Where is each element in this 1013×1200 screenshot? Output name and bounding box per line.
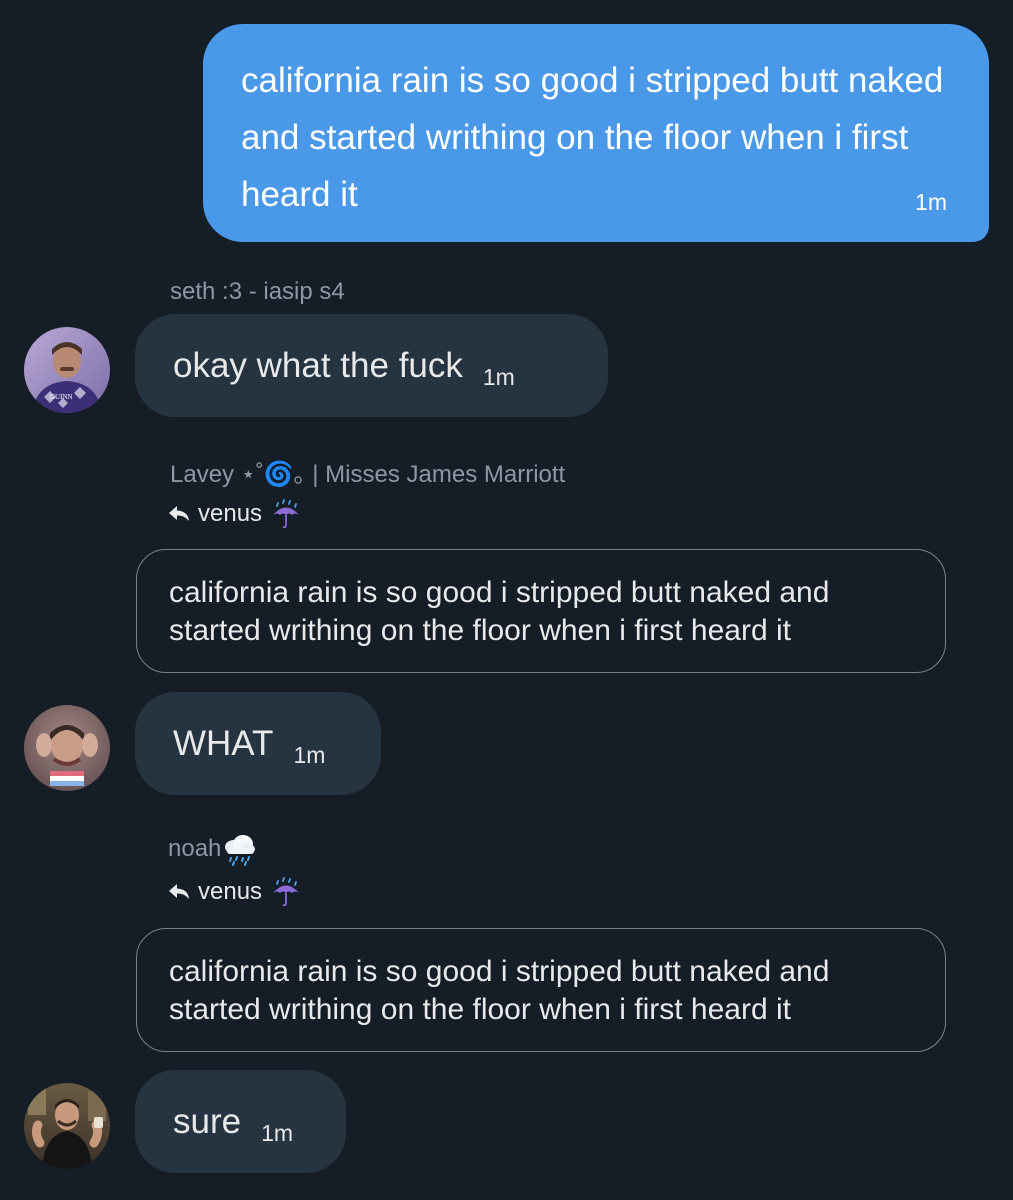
umbrella-rain-icon — [273, 877, 300, 907]
reply-indicator[interactable]: venus — [168, 876, 302, 908]
message-time: 1m — [293, 742, 326, 768]
reply-arrow-icon — [169, 506, 189, 521]
message-text: okay what the fuck — [173, 345, 463, 385]
umbrella-rain-icon — [273, 499, 300, 529]
avatar-photo-noah — [24, 1083, 110, 1169]
incoming-message-bubble[interactable]: WHAT 1m — [135, 692, 381, 795]
outgoing-message-text: california rain is so good i stripped bu… — [241, 61, 944, 214]
message-text: sure — [173, 1101, 242, 1141]
quoted-message[interactable]: california rain is so good i stripped bu… — [136, 549, 946, 673]
avatar-photo-lavey — [24, 705, 110, 791]
message-time: 1m — [482, 364, 515, 390]
sender-name[interactable]: Lavey ⋆˚🌀｡ | Misses James Marriott — [170, 454, 565, 489]
outgoing-message-time: 1m — [915, 189, 947, 215]
reply-arrow-icon — [169, 884, 189, 899]
rain-cloud-icon — [225, 835, 256, 866]
message-text: WHAT — [173, 723, 274, 763]
sender-name-row[interactable]: noah — [168, 831, 257, 867]
incoming-message-bubble[interactable]: sure 1m — [135, 1070, 346, 1173]
reply-indicator[interactable]: venus — [168, 498, 302, 530]
message-time: 1m — [261, 1120, 294, 1146]
avatar[interactable] — [24, 705, 110, 791]
outgoing-message-bubble[interactable]: california rain is so good i stripped bu… — [203, 24, 989, 242]
sender-name[interactable]: seth :3 - iasip s4 — [170, 278, 345, 306]
quoted-message-text: california rain is so good i stripped bu… — [169, 576, 830, 647]
sender-name: noah — [168, 835, 222, 862]
avatar[interactable]: GUINN — [24, 327, 110, 413]
incoming-message-bubble[interactable]: okay what the fuck 1m — [135, 314, 608, 417]
quoted-message[interactable]: california rain is so good i stripped bu… — [136, 928, 946, 1052]
reply-to-name: venus — [198, 878, 263, 905]
reply-to-name: venus — [198, 500, 263, 527]
quoted-message-text: california rain is so good i stripped bu… — [169, 955, 830, 1026]
avatar[interactable] — [24, 1083, 110, 1169]
svg-text:GUINN: GUINN — [50, 393, 73, 401]
avatar-photo-seth: GUINN — [24, 327, 110, 413]
